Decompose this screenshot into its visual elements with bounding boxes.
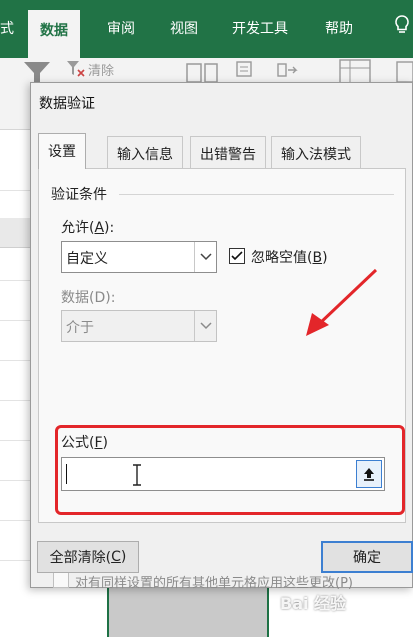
tab-formula-partial[interactable]: 式 bbox=[0, 18, 14, 40]
tab-input-message[interactable]: 输入信息 bbox=[107, 136, 183, 168]
apply-all-checkbox[interactable] bbox=[53, 572, 69, 588]
tab-error-alert-label: 出错警告 bbox=[200, 147, 256, 163]
data-label: 数据(D): bbox=[61, 290, 116, 306]
chevron-down-icon[interactable] bbox=[194, 242, 216, 272]
ignore-blank-label: 忽略空值(B) bbox=[251, 250, 328, 266]
consolidate-icon[interactable] bbox=[276, 60, 300, 84]
watermark: Bai 经验 bbox=[280, 594, 347, 613]
tab-review[interactable]: 审阅 bbox=[107, 18, 135, 40]
checkmark-icon bbox=[231, 251, 243, 261]
clear-label[interactable]: 清除 bbox=[88, 60, 114, 79]
tab-ime-mode-label: 输入法模式 bbox=[281, 147, 351, 163]
tab-help[interactable]: 帮助 bbox=[325, 18, 353, 40]
lightbulb-icon[interactable] bbox=[392, 14, 413, 36]
allow-label: 允许(A): bbox=[61, 220, 115, 236]
selected-column[interactable] bbox=[107, 588, 269, 637]
validation-criteria-title: 验证条件 bbox=[51, 184, 113, 204]
tab-input-message-label: 输入信息 bbox=[117, 147, 173, 163]
data-dropdown[interactable]: 介于 bbox=[61, 310, 217, 342]
tab-ime-mode[interactable]: 输入法模式 bbox=[271, 136, 361, 168]
ok-button[interactable]: 确定 bbox=[321, 541, 413, 573]
sheet-header-cell bbox=[0, 218, 30, 248]
tab-settings-label: 设置 bbox=[48, 144, 76, 160]
tab-developer[interactable]: 开发工具 bbox=[232, 18, 288, 40]
clear-filter-icon[interactable] bbox=[66, 60, 86, 82]
ignore-blank-checkbox[interactable] bbox=[229, 248, 245, 264]
allow-dropdown[interactable]: 自定义 bbox=[61, 241, 217, 273]
ribbon-tab-bar: 式 数据 审阅 视图 开发工具 帮助 bbox=[0, 0, 413, 58]
clear-all-button[interactable]: 全部清除(C) bbox=[37, 541, 139, 573]
apply-all-label: 对有同样设置的所有其他单元格应用这些更改(P) bbox=[75, 576, 353, 591]
data-validation-dialog: 数据验证 设置 输入信息 出错警告 输入法模式 验证条件 允许(A): 自定义 … bbox=[30, 82, 413, 591]
flash-fill-icon[interactable] bbox=[235, 60, 255, 84]
tab-view[interactable]: 视图 bbox=[170, 18, 198, 40]
dialog-title: 数据验证 bbox=[39, 96, 95, 112]
tab-settings[interactable]: 设置 bbox=[38, 133, 86, 169]
allow-dropdown-value: 自定义 bbox=[66, 251, 108, 267]
group-divider bbox=[119, 194, 394, 195]
tab-error-alert[interactable]: 出错警告 bbox=[190, 136, 266, 168]
data-dropdown-value: 介于 bbox=[66, 320, 94, 336]
settings-panel: 验证条件 允许(A): 自定义 忽略空值(B) 数据(D): 介于 公式(F) bbox=[38, 168, 406, 591]
chevron-down-icon[interactable] bbox=[194, 311, 216, 341]
sheet-grid-left bbox=[0, 130, 30, 637]
annotation-highlight-box bbox=[55, 425, 405, 515]
tab-data[interactable]: 数据 bbox=[28, 10, 80, 58]
